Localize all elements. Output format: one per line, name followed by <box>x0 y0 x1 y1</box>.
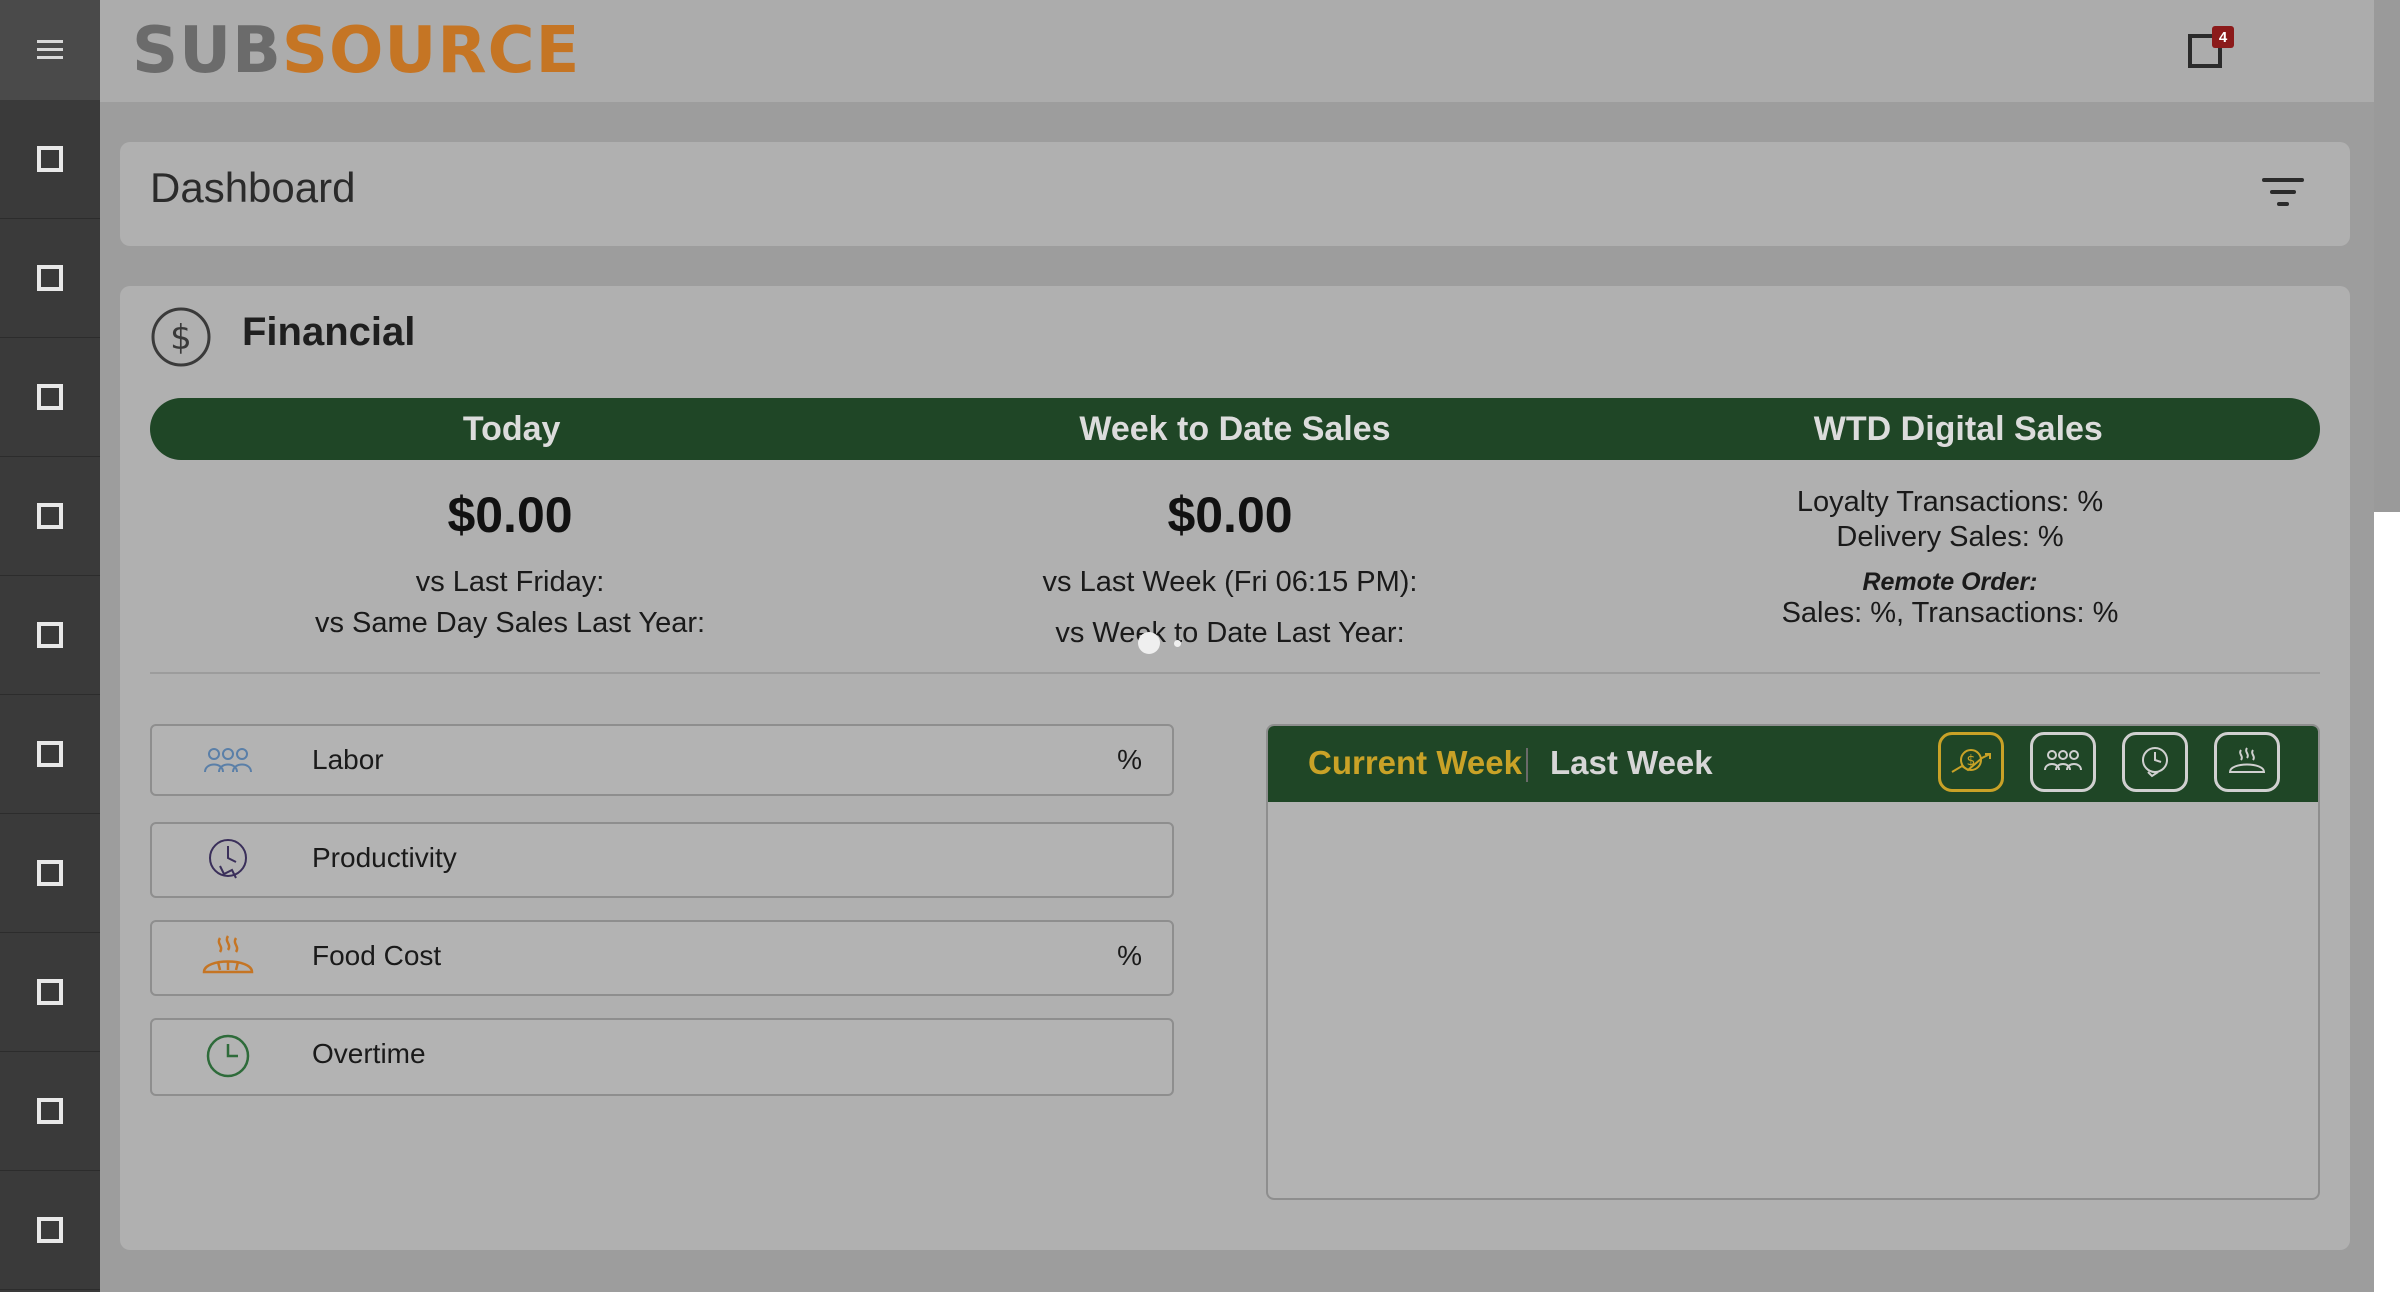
filter-icon[interactable] <box>2262 172 2306 212</box>
sidebar-item-8[interactable] <box>0 933 100 1052</box>
carousel-dot-1[interactable] <box>1138 632 1160 654</box>
vs-last-week: vs Last Week (Fri 06:15 PM): <box>1042 566 1418 598</box>
sales-trend-icon: $ <box>1951 749 1991 773</box>
kpi-label: Overtime <box>312 1038 426 1069</box>
square-icon <box>37 503 63 529</box>
vs-same-day-last-year: vs Same Day Sales Last Year: <box>314 607 706 639</box>
sales-chart-button[interactable]: $ <box>1938 732 2004 792</box>
hamburger-icon <box>37 40 63 60</box>
financial-column-headers: Today Week to Date Sales WTD Digital Sal… <box>150 398 2320 460</box>
carousel-dot-2[interactable] <box>1174 640 1181 647</box>
header-wtd-digital: WTD Digital Sales <box>1813 410 2103 448</box>
weekly-chart-panel: Current Week Last Week $ <box>1266 724 2320 1200</box>
people-icon <box>2044 750 2082 771</box>
logo-sub: SUB <box>132 14 282 88</box>
kpi-label: Productivity <box>312 842 457 873</box>
sidebar-item-1[interactable] <box>0 100 100 219</box>
sidebar-item-6[interactable] <box>0 695 100 814</box>
food-cost-chart-button[interactable] <box>2214 732 2280 792</box>
people-icon <box>204 748 252 773</box>
vs-last-friday: vs Last Friday: <box>415 566 605 598</box>
square-icon <box>37 622 63 648</box>
svg-text:$: $ <box>1967 753 1976 769</box>
delivery-sales: Delivery Sales: % <box>1836 521 2064 553</box>
square-icon <box>37 146 63 172</box>
kpi-food-cost[interactable]: Food Cost % <box>150 920 1174 996</box>
remote-order-values: Sales: %, Transactions: % <box>1781 597 2119 629</box>
sidebar-item-4[interactable] <box>0 457 100 576</box>
productivity-clock-icon <box>209 839 247 879</box>
bread-icon <box>202 935 254 974</box>
square-icon <box>37 384 63 410</box>
vs-week-last-year: vs Week to Date Last Year: <box>1055 617 1405 649</box>
sidebar-item-3[interactable] <box>0 338 100 457</box>
page-title: Dashboard <box>150 164 356 211</box>
scrollbar-thumb[interactable] <box>2374 0 2400 512</box>
square-icon <box>37 860 63 886</box>
productivity-clock-icon <box>2142 747 2168 778</box>
chart-panel-header: Current Week Last Week $ <box>1268 726 2318 802</box>
bread-icon <box>2228 747 2266 773</box>
sidebar-item-10[interactable] <box>0 1171 100 1290</box>
tab-separator <box>1526 748 1528 782</box>
kpi-label: Food Cost <box>312 940 442 971</box>
square-icon <box>37 979 63 1005</box>
square-icon <box>37 1098 63 1124</box>
today-value: $0.00 <box>447 487 573 543</box>
kpi-labor[interactable]: Labor % <box>150 724 1174 796</box>
sidebar <box>0 0 100 1292</box>
week-value: $0.00 <box>1167 487 1293 543</box>
section-divider <box>150 672 2320 674</box>
sidebar-item-9[interactable] <box>0 1052 100 1171</box>
dashboard-header-card: Dashboard <box>120 142 2350 246</box>
sidebar-item-5[interactable] <box>0 576 100 695</box>
square-icon <box>37 1217 63 1243</box>
sidebar-item-7[interactable] <box>0 814 100 933</box>
square-icon <box>37 265 63 291</box>
remote-order-label: Remote Order: <box>1862 568 2038 596</box>
kpi-overtime[interactable]: Overtime <box>150 1018 1174 1096</box>
header-today: Today <box>462 410 561 448</box>
tab-current-week[interactable]: Current Week <box>1308 744 1522 782</box>
kpi-value: % <box>1117 940 1142 971</box>
dollar-circle-icon: $ <box>151 307 211 367</box>
menu-button[interactable] <box>0 0 100 100</box>
kpi-productivity[interactable]: Productivity <box>150 822 1174 898</box>
header-week-to-date: Week to Date Sales <box>1079 410 1391 448</box>
notifications-button[interactable]: 4 <box>2188 26 2234 68</box>
clock-icon <box>206 1034 250 1078</box>
financial-title: Financial <box>242 310 416 354</box>
subsource-logo[interactable]: SUBSOURCE <box>132 14 580 88</box>
logo-source: SOURCE <box>281 14 581 88</box>
notification-badge: 4 <box>2212 26 2234 48</box>
loyalty-transactions: Loyalty Transactions: % <box>1796 486 2104 518</box>
productivity-chart-button[interactable] <box>2122 732 2188 792</box>
sidebar-item-2[interactable] <box>0 219 100 338</box>
top-header: SUBSOURCE 4 <box>100 0 2400 102</box>
labor-chart-button[interactable] <box>2030 732 2096 792</box>
digital-metrics: Loyalty Transactions: % Delivery Sales: … <box>1590 478 2310 630</box>
kpi-label: Labor <box>312 744 384 775</box>
svg-text:$: $ <box>170 318 192 358</box>
financial-card: $ Financial Today Week to Date Sales WTD… <box>120 286 2350 1250</box>
kpi-value: % <box>1117 744 1142 775</box>
square-icon <box>37 741 63 767</box>
week-metrics: $0.00 vs Last Week (Fri 06:15 PM): vs We… <box>870 478 1590 650</box>
tab-last-week[interactable]: Last Week <box>1550 744 1713 782</box>
today-metrics: $0.00 vs Last Friday: vs Same Day Sales … <box>150 478 870 640</box>
